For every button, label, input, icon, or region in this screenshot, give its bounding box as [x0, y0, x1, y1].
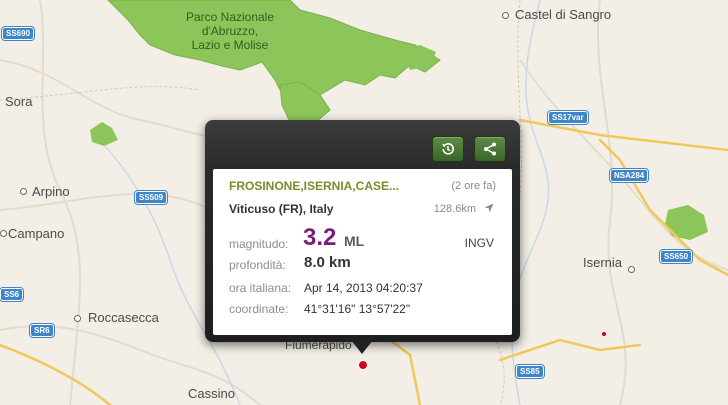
road-shield-ss690: SS690 — [2, 27, 35, 40]
history-icon — [442, 143, 454, 155]
road-shield-ss650: SS650 — [660, 250, 693, 263]
place-label-sora: Sora — [5, 94, 33, 109]
place-label-isernia: Isernia — [583, 255, 623, 270]
place-label-arpino: Arpino — [32, 184, 70, 199]
road-shield-ss17var: SS17var — [548, 111, 588, 124]
time-label: ora italiana: — [229, 281, 292, 295]
place-label-roccasecca: Roccasecca — [88, 310, 159, 325]
earthquake-details-card: FROSINONE,ISERNIA,CASE... (2 ore fa) Vit… — [213, 169, 512, 335]
road-shield-sr6: SR6 — [30, 324, 54, 337]
data-source: INGV — [464, 236, 494, 250]
magnitude-label: magnitudo: — [229, 237, 289, 251]
town-dot-isernia — [628, 266, 635, 273]
event-distance: 128.6km — [433, 203, 476, 215]
road-shield-ss85: SS85 — [516, 365, 544, 378]
park-label: Parco Nazionale d'Abruzzo, Lazio e Molis… — [185, 10, 275, 52]
epicenter-small-marker — [602, 332, 606, 336]
town-dot-arpino — [20, 188, 27, 195]
place-label-castel-di-sangro: Castel di Sangro — [515, 7, 612, 22]
magnitude-unit: ML — [344, 233, 365, 249]
road-shield-nsa284: NSA284 — [610, 169, 649, 182]
time-value: Apr 14, 2013 04:20:37 — [304, 281, 423, 295]
place-label-campano: Campano — [8, 226, 65, 241]
event-region: FROSINONE,ISERNIA,CASE... — [229, 179, 400, 193]
share-button[interactable] — [474, 136, 506, 162]
event-time-ago: (2 ore fa) — [451, 180, 496, 192]
coordinates-label: coordinate: — [229, 302, 289, 316]
popover-pointer — [351, 340, 373, 354]
share-icon — [484, 142, 496, 156]
event-place: Viticuso (FR), Italy — [229, 202, 334, 216]
earthquake-popover: FROSINONE,ISERNIA,CASE... (2 ore fa) Vit… — [205, 120, 520, 354]
coordinates-value: 41°31'16" 13°57'22" — [304, 302, 411, 316]
magnitude-value: 3.2 — [303, 224, 337, 251]
depth-value: 8.0 km — [304, 254, 351, 271]
town-dot-castel-di-sangro — [502, 12, 509, 19]
place-label-cassino: Cassino — [188, 386, 235, 401]
depth-label: profondità: — [229, 258, 286, 272]
history-button[interactable] — [432, 136, 464, 162]
epicenter-marker — [358, 360, 368, 370]
town-dot-roccasecca — [74, 315, 81, 322]
road-shield-ss6: SS6 — [0, 288, 24, 301]
road-shield-ss509: SS509 — [135, 191, 168, 204]
town-dot-campano — [0, 230, 7, 237]
location-arrow-icon — [484, 203, 494, 213]
